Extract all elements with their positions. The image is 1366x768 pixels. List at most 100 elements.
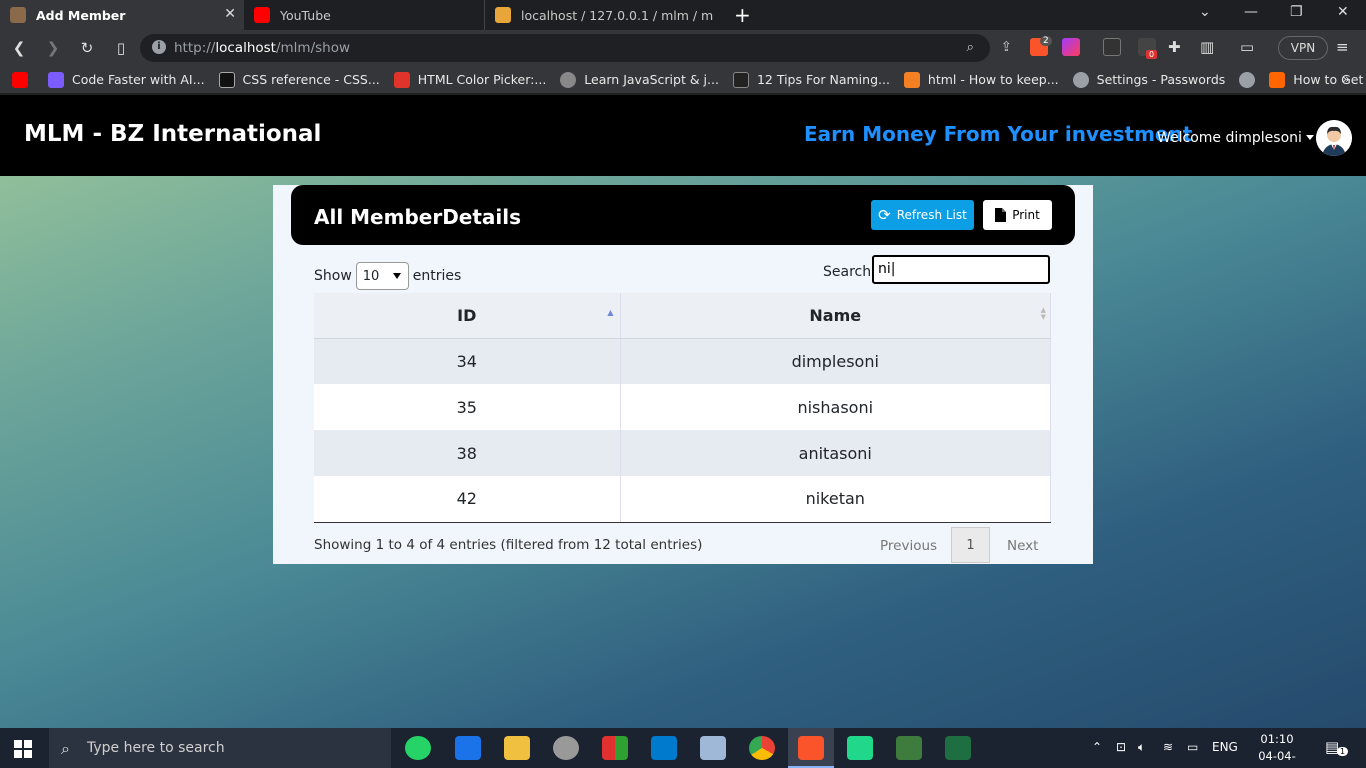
restore-icon[interactable]: ❐ — [1290, 4, 1303, 20]
vscode-icon[interactable] — [651, 736, 677, 760]
bookmarks-bar: Code Faster with AI... CSS reference - C… — [0, 66, 1366, 94]
taskbar-search[interactable]: ⌕ Type here to search — [49, 728, 391, 768]
caret-down-icon — [1305, 135, 1314, 140]
back-icon[interactable]: ❮ — [4, 39, 34, 57]
table-row: 34 dimplesoni — [314, 338, 1051, 384]
extension-lh-icon[interactable] — [1103, 38, 1121, 56]
extension-badge: 0 — [1146, 50, 1158, 59]
volume-icon[interactable]: 🔈︎ — [1138, 740, 1145, 755]
tab-phpmyadmin[interactable]: localhost / 127.0.0.1 / mlm / members — [484, 0, 724, 30]
column-header-name[interactable]: Name ▲ ▼ — [620, 293, 1051, 339]
spreadsheet-icon[interactable] — [896, 736, 922, 760]
bookmark-item[interactable]: Code Faster with AI... — [48, 71, 205, 88]
gear-icon — [1072, 71, 1089, 88]
search-label: Search: — [823, 264, 876, 280]
windows-start-icon[interactable] — [14, 740, 32, 758]
tab-search-icon[interactable]: ⌄ — [1199, 4, 1211, 20]
show-label: Show — [314, 268, 352, 284]
brave-icon — [798, 736, 824, 760]
zoom-icon[interactable]: ⌕ — [966, 39, 974, 55]
close-tab-icon[interactable]: ✕ — [224, 6, 236, 22]
tab-strip: Add Member ✕ YouTube localhost / 127.0.0… — [0, 0, 1366, 30]
bookmark-label: html - How to keep... — [927, 72, 1059, 87]
page-viewport: MLM - BZ International Earn Money From Y… — [0, 95, 1366, 728]
tab-youtube[interactable]: YouTube — [244, 0, 484, 30]
bookmark-label: Code Faster with AI... — [72, 72, 205, 87]
card-header: All MemberDetails ⟳ Refresh List Print — [291, 185, 1075, 245]
reload-icon[interactable]: ↻ — [72, 39, 102, 57]
bookmark-youtube[interactable] — [12, 71, 36, 88]
cell-name: nishasoni — [620, 384, 1051, 430]
tab-title: Add Member — [36, 7, 126, 23]
clock-time: 01:10 — [1260, 732, 1294, 746]
language-indicator[interactable]: ENG — [1212, 740, 1238, 754]
cell-id: 34 — [314, 338, 621, 384]
app-grid-icon[interactable] — [602, 736, 628, 760]
chrome-icon[interactable] — [749, 736, 775, 760]
refresh-list-button[interactable]: ⟳ Refresh List — [871, 200, 974, 230]
site-info-icon[interactable]: i — [152, 40, 166, 54]
toolbar: ❮ ❯ ↻ ▯ i http://localhost/mlm/show ⌕ ⇪ … — [0, 30, 1366, 66]
url-path: /mlm/show — [275, 40, 351, 56]
app-icon[interactable] — [455, 736, 481, 760]
print-button[interactable]: Print — [983, 200, 1052, 230]
url-prefix: http:// — [174, 40, 216, 56]
vpn-button[interactable]: VPN — [1278, 36, 1328, 60]
bookmark-item[interactable]: Settings - Passwords — [1072, 71, 1225, 88]
meet-now-icon[interactable]: ⊡ — [1116, 740, 1126, 754]
file-explorer-icon[interactable] — [504, 736, 530, 760]
page-1-button[interactable]: 1 — [951, 527, 990, 563]
wifi-icon[interactable]: ≋ — [1163, 740, 1173, 754]
3d-viewer-icon[interactable] — [700, 736, 726, 760]
wallet-icon[interactable]: ▭ — [1240, 38, 1254, 56]
entries-select[interactable]: 10 — [355, 262, 409, 290]
bookmark-item[interactable]: Learn JavaScript & j... — [560, 71, 719, 88]
excel-icon[interactable] — [945, 736, 971, 760]
bookmark-label: HTML Color Picker:... — [417, 72, 547, 87]
bookmark-item[interactable]: CSS reference - CSS... — [218, 71, 380, 88]
bookmark-icon[interactable]: ▯ — [106, 39, 136, 57]
minimize-icon[interactable]: — — [1244, 4, 1258, 20]
tab-add-member[interactable]: Add Member ✕ — [0, 0, 244, 30]
menu-icon[interactable]: ≡ — [1336, 38, 1349, 56]
share-icon[interactable]: ⇪ — [1001, 39, 1012, 55]
shields-badge: 2 — [1040, 36, 1052, 46]
members-table: ID ▲ Name ▲ ▼ 34 dimplesoni 35 nishasoni 38 an… — [314, 293, 1051, 523]
chevron-up-icon[interactable]: ⌃ — [1092, 740, 1102, 754]
entries-value: 10 — [362, 268, 380, 284]
user-dropdown[interactable]: Welcome dimplesoni — [1157, 130, 1314, 146]
extensions-puzzle-icon[interactable]: ✚ — [1168, 38, 1181, 56]
address-bar[interactable]: i http://localhost/mlm/show ⌕ ⇪ — [140, 34, 1012, 62]
entries-label: entries — [412, 268, 462, 284]
brave-taskbar-button[interactable] — [788, 728, 834, 768]
bookmark-item[interactable]: HTML Color Picker:... — [393, 71, 547, 88]
bookmark-favicon-icon — [560, 71, 577, 88]
battery-icon[interactable]: ▭ — [1187, 740, 1198, 754]
bookmark-item[interactable]: html - How to keep... — [903, 71, 1059, 88]
media-player-icon[interactable] — [553, 736, 579, 760]
taskbar: ⌕ Type here to search ⌃ ⊡ 🔈︎ ≋ ▭ ENG 01:… — [0, 728, 1366, 768]
close-window-icon[interactable]: ✕ — [1337, 4, 1349, 20]
previous-button[interactable]: Previous — [880, 538, 937, 554]
pycharm-icon[interactable] — [847, 736, 873, 760]
site-slogan: Earn Money From Your investment — [804, 122, 1193, 146]
whatsapp-icon[interactable] — [405, 736, 431, 760]
forward-icon[interactable]: ❯ — [38, 39, 68, 57]
cell-name: niketan — [620, 476, 1051, 523]
column-header-id[interactable]: ID ▲ — [314, 293, 621, 339]
bookmark-item[interactable]: 12 Tips For Naming... — [732, 71, 890, 88]
next-button[interactable]: Next — [1007, 538, 1038, 554]
bookmark-item[interactable]: How to Get Startup... — [1269, 71, 1366, 88]
site-brand[interactable]: MLM - BZ International — [24, 121, 321, 147]
cell-name: dimplesoni — [620, 338, 1051, 384]
brave-rewards-icon[interactable] — [1062, 38, 1080, 56]
clock-date: 04-04-2023 — [1258, 749, 1296, 768]
sidebar-icon[interactable]: ▥ — [1200, 38, 1214, 56]
search-input[interactable]: ni| — [872, 255, 1050, 284]
clock[interactable]: 01:10 04-04-2023 — [1248, 731, 1306, 768]
bookmark-item[interactable] — [1239, 71, 1263, 88]
welcome-text: Welcome dimplesoni — [1157, 130, 1302, 146]
avatar[interactable] — [1316, 120, 1352, 156]
more-bookmarks-icon[interactable]: » — [1342, 71, 1350, 86]
new-tab-button[interactable]: + — [724, 0, 761, 30]
